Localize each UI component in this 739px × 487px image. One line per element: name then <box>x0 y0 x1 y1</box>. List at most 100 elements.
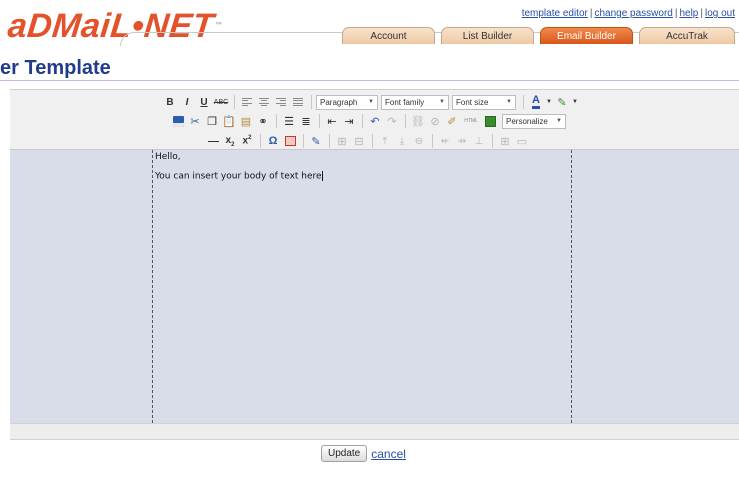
table-row-props-button[interactable]: ⊟ <box>351 133 367 149</box>
unlink-button[interactable]: ⊘ <box>427 113 443 129</box>
align-justify-button[interactable] <box>290 94 306 110</box>
italic-button[interactable]: I <box>179 94 195 110</box>
text-color-button[interactable]: A <box>528 94 544 110</box>
link-separator: | <box>674 8 678 19</box>
media-button[interactable] <box>282 133 298 149</box>
insert-col-before-button[interactable]: ⇷ <box>437 133 453 149</box>
form-actions: Update cancel <box>321 445 406 462</box>
align-justify-icon <box>293 97 303 107</box>
toolbar-separator <box>260 134 261 148</box>
superscript-button[interactable]: x2 <box>239 133 255 149</box>
change-password-link[interactable]: change password <box>594 8 672 19</box>
title-divider <box>0 80 739 81</box>
outdent-icon: ⇤ <box>327 115 337 128</box>
table-button[interactable]: ⊞ <box>334 133 350 149</box>
merge-cells-icon: ▭ <box>516 135 528 148</box>
subscript-icon: x2 <box>225 134 235 148</box>
indent-button[interactable]: ⇥ <box>341 113 357 129</box>
html-source-button[interactable]: HTML <box>461 113 481 129</box>
tab-account[interactable]: Account <box>342 27 435 44</box>
align-right-icon <box>276 97 286 107</box>
special-char-button[interactable]: Ω <box>265 133 281 149</box>
link-button[interactable]: ⛓ <box>410 113 426 129</box>
cleanup-button[interactable]: ✐ <box>444 113 460 129</box>
subscript-button[interactable]: x2 <box>222 133 238 149</box>
email-body-box[interactable]: Hello, You can insert your body of text … <box>152 150 572 423</box>
tab-list-builder[interactable]: List Builder <box>441 27 534 44</box>
delete-col-icon: ⊥ <box>474 135 484 147</box>
delete-col-button[interactable]: ⊥ <box>471 133 487 149</box>
toolbar-row-1: B I U ABC Paragraph ▼ Font family ▼ Font s… <box>162 93 580 111</box>
paste-icon: 📋 <box>222 115 236 128</box>
text-color-dropdown[interactable]: ▼ <box>545 94 553 110</box>
cut-button[interactable]: ✂ <box>187 113 203 129</box>
link-separator: | <box>589 8 593 19</box>
toolbar-separator <box>329 134 330 148</box>
chevron-down-icon: ▼ <box>506 98 512 105</box>
tab-email-builder[interactable]: Email Builder <box>540 27 633 44</box>
paste-text-icon: ▤ <box>240 115 252 128</box>
bold-button[interactable]: B <box>162 94 178 110</box>
tab-accutrak[interactable]: AccuTrak <box>639 27 735 44</box>
bullet-list-button[interactable]: ☰ <box>281 113 297 129</box>
insert-col-after-button[interactable]: ⇸ <box>454 133 470 149</box>
indent-icon: ⇥ <box>344 115 354 128</box>
log-out-link[interactable]: log out <box>705 8 735 19</box>
cut-icon: ✂ <box>190 115 200 128</box>
image-button[interactable] <box>482 113 498 129</box>
highlight-color-dropdown[interactable]: ▼ <box>571 94 579 110</box>
toolbar-separator <box>311 95 312 109</box>
top-links: template editor | change password | help | log… <box>522 8 735 19</box>
insert-row-after-button[interactable]: ⤓ <box>394 133 410 149</box>
delete-row-button[interactable]: ⊖ <box>411 133 427 149</box>
editor-content-area[interactable]: Hello, You can insert your body of text … <box>10 150 739 423</box>
edit-css-button[interactable]: ✎ <box>308 133 324 149</box>
undo-button[interactable]: ↶ <box>367 113 383 129</box>
cancel-link[interactable]: cancel <box>371 447 406 461</box>
find-button[interactable]: ⚭ <box>255 113 271 129</box>
paste-button[interactable]: 📋 <box>221 113 237 129</box>
split-cells-button[interactable]: ⊞ <box>497 133 513 149</box>
horizontal-rule-button[interactable] <box>205 133 221 149</box>
numbered-list-button[interactable]: ≣ <box>298 113 314 129</box>
highlight-color-button[interactable]: ✎ <box>554 94 570 110</box>
toolbar-separator <box>372 134 373 148</box>
align-right-button[interactable] <box>273 94 289 110</box>
toolbar-separator <box>303 134 304 148</box>
logo-trademark: ™ <box>214 22 223 29</box>
media-icon <box>284 136 296 146</box>
delete-row-icon: ⊖ <box>414 135 424 147</box>
email-body-text[interactable]: Hello, You can insert your body of text … <box>155 152 323 191</box>
page-title: er Template <box>0 57 111 79</box>
format-select[interactable]: Paragraph ▼ <box>316 94 378 110</box>
format-select-value: Paragraph <box>320 97 358 107</box>
insert-row-before-button[interactable]: ⤒ <box>377 133 393 149</box>
save-button[interactable] <box>170 113 186 129</box>
update-button[interactable]: Update <box>321 445 368 462</box>
paste-text-button[interactable]: ▤ <box>238 113 254 129</box>
outdent-button[interactable]: ⇤ <box>324 113 340 129</box>
align-left-button[interactable] <box>239 94 255 110</box>
editor-status-bar <box>10 423 739 440</box>
copy-button[interactable]: ❐ <box>204 113 220 129</box>
align-center-button[interactable] <box>256 94 272 110</box>
merge-cells-button[interactable]: ▭ <box>514 133 530 149</box>
font-size-select[interactable]: Font size ▼ <box>452 94 516 110</box>
personalize-select[interactable]: Personalize ▼ <box>502 113 566 129</box>
table-row-icon: ⊟ <box>354 135 364 148</box>
template-editor-link[interactable]: template editor <box>522 8 588 19</box>
strikethrough-button[interactable]: ABC <box>213 94 229 110</box>
underline-button[interactable]: U <box>196 94 212 110</box>
toolbar-separator <box>523 95 524 109</box>
align-left-icon <box>242 97 252 107</box>
personalize-value: Personalize <box>506 116 548 126</box>
font-family-select[interactable]: Font family ▼ <box>381 94 449 110</box>
body-line-text: You can insert your body of text here <box>155 171 322 182</box>
toolbar-separator <box>234 95 235 109</box>
redo-button[interactable]: ↷ <box>384 113 400 129</box>
copy-icon: ❐ <box>207 115 217 128</box>
help-link[interactable]: help <box>679 8 698 19</box>
toolbar-separator <box>319 114 320 128</box>
numbered-list-icon: ≣ <box>301 115 311 128</box>
editor-toolbar: B I U ABC Paragraph ▼ Font family ▼ Font s… <box>10 90 739 150</box>
